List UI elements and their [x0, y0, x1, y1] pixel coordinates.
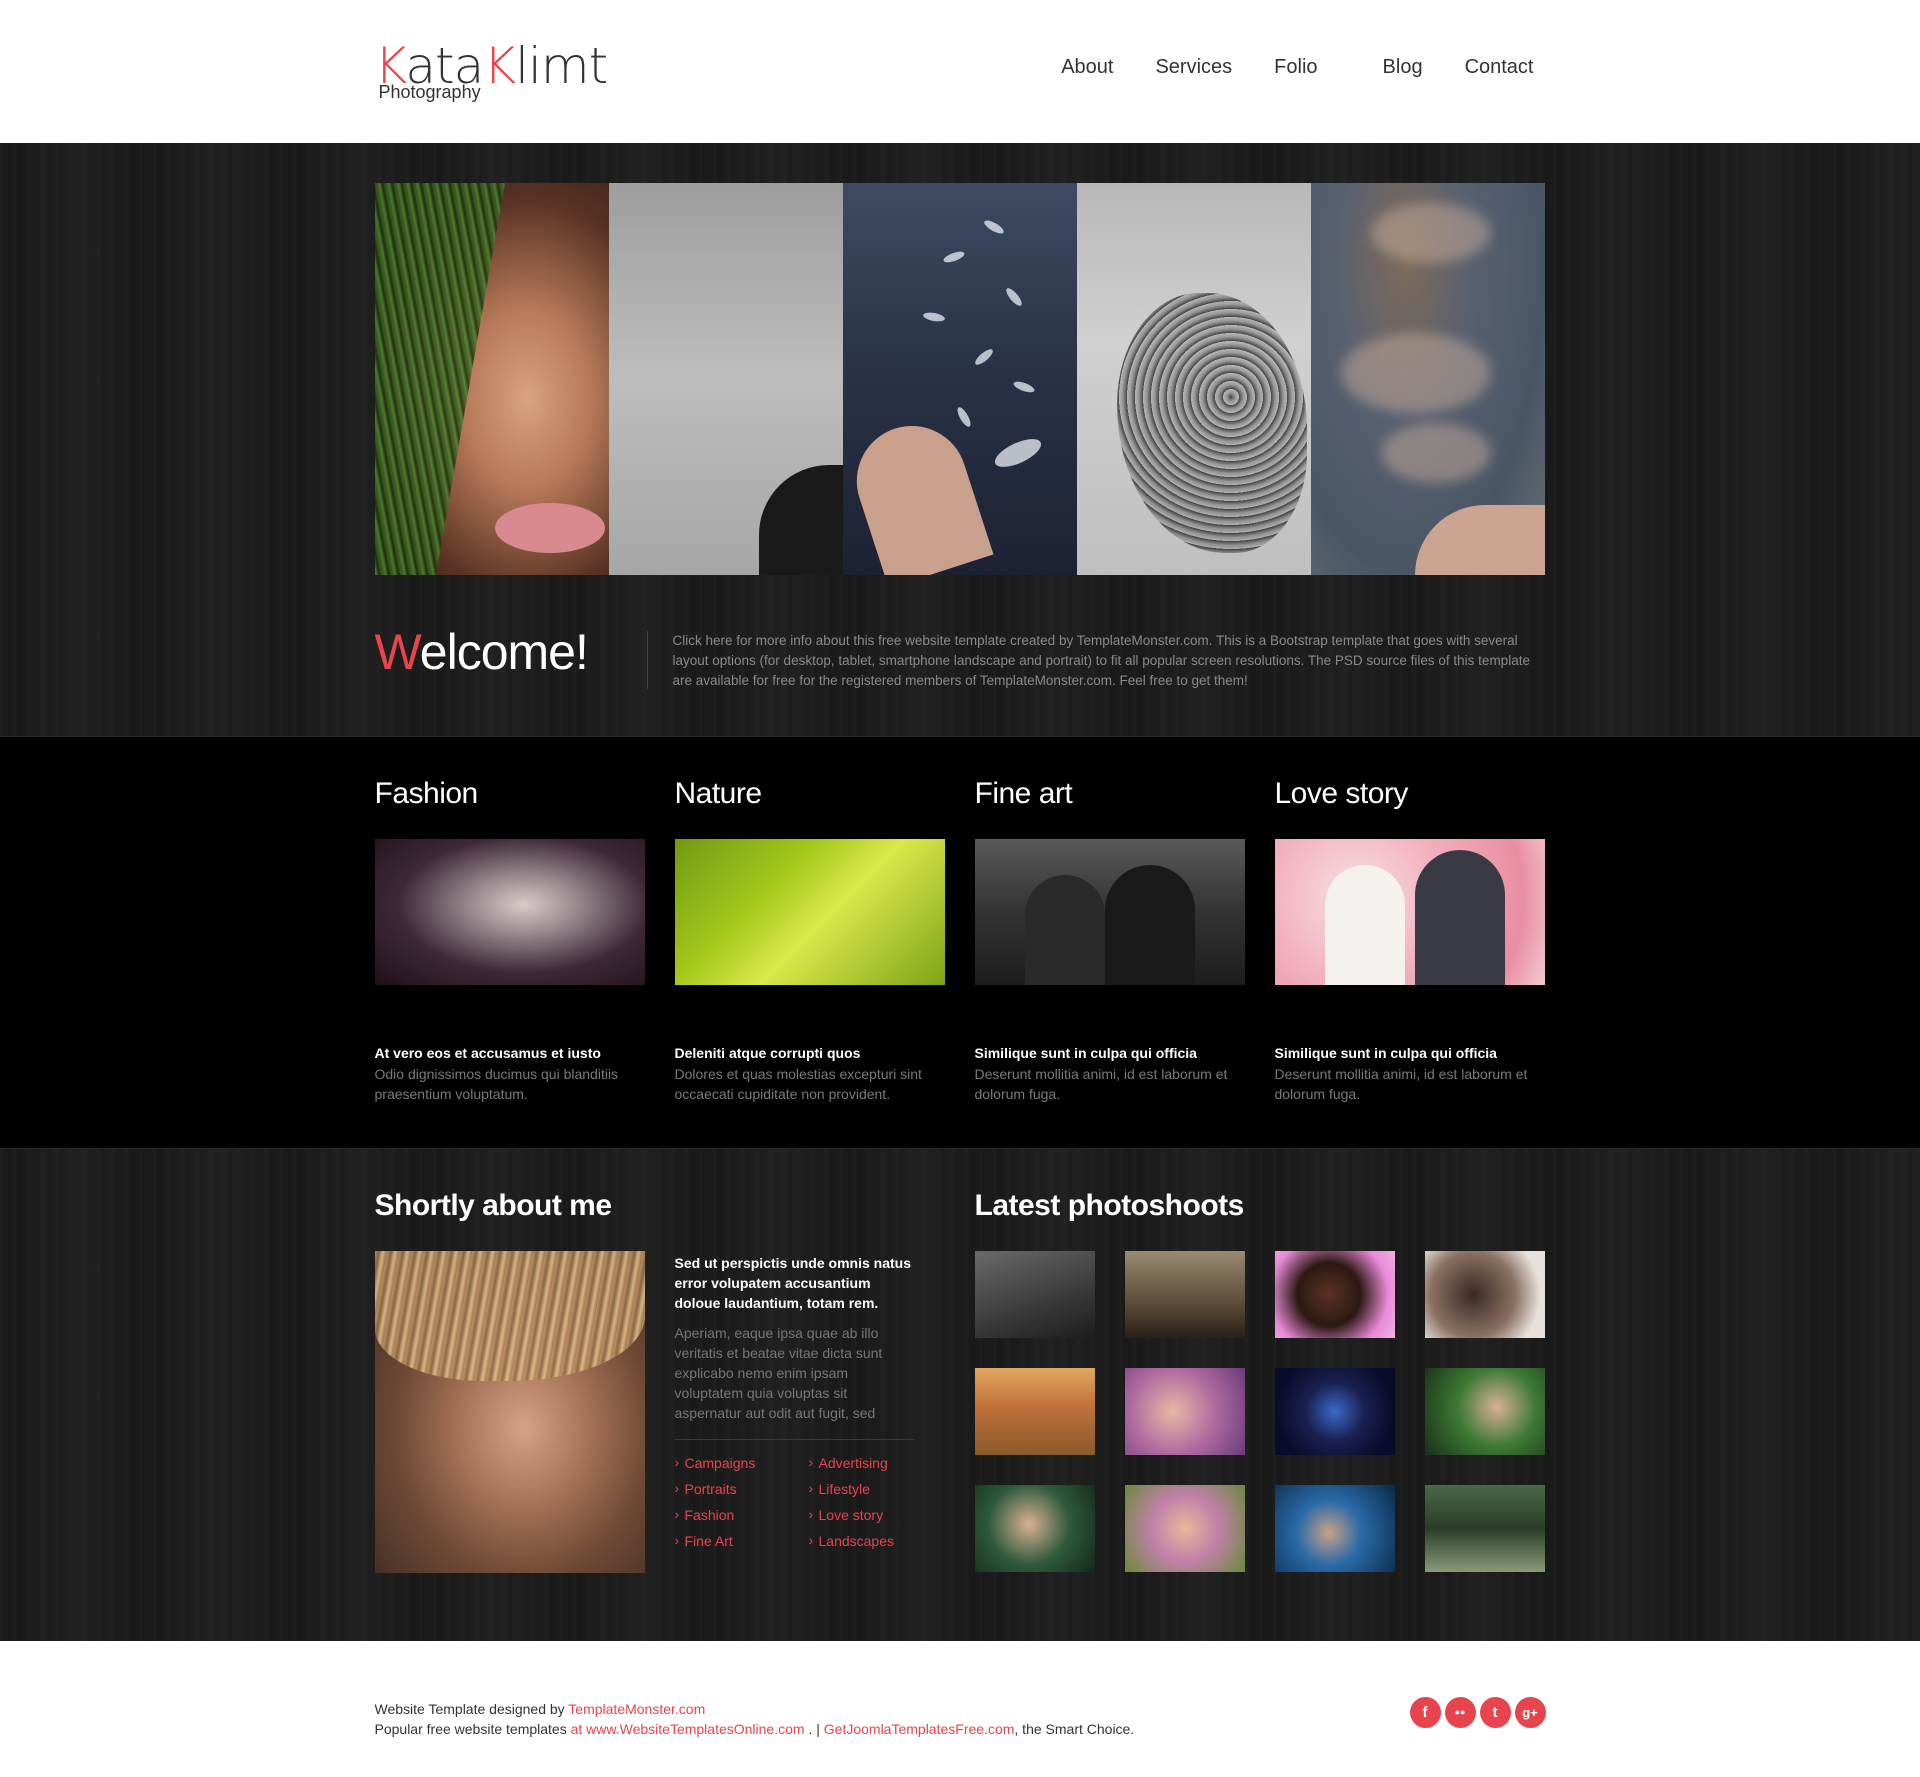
banner-panel-face [374, 183, 609, 575]
category-fine-art: Fine art Similique sunt in culpa qui off… [974, 777, 1245, 1102]
welcome-divider [646, 631, 648, 689]
hero-section: Welcome! Click here for more info about … [0, 143, 1920, 736]
link-campaigns[interactable]: Campaigns [675, 1454, 809, 1471]
flickr-icon[interactable]: ●● [1444, 1697, 1476, 1728]
link-advertising[interactable]: Advertising [809, 1454, 915, 1471]
nav-about[interactable]: About [1061, 56, 1113, 79]
footer-link-wto[interactable]: at www.WebsiteTemplatesOnline.com [571, 1721, 805, 1737]
categories-section: Fashion At vero eos et accusamus et iust… [0, 736, 1920, 1148]
category-thumb-fashion[interactable] [374, 839, 645, 985]
nav-contact[interactable]: Contact [1465, 56, 1534, 79]
photo-thumb[interactable] [1124, 1251, 1245, 1338]
nav-folio[interactable]: Folio [1274, 56, 1317, 79]
latest-photo-grid [974, 1251, 1546, 1572]
category-title[interactable]: Fine art [975, 777, 1245, 811]
category-nature: Nature Deleniti atque corrupti quos Dolo… [674, 777, 945, 1102]
category-subtitle: Similique sunt in culpa qui officia [1274, 1045, 1497, 1061]
photo-thumb[interactable] [1124, 1368, 1245, 1455]
link-love-story[interactable]: Love story [809, 1506, 915, 1523]
nav-blog[interactable]: Blog [1383, 56, 1423, 79]
footer-link-templatemonster[interactable]: TemplateMonster.com [568, 1701, 705, 1717]
category-title[interactable]: Nature [675, 777, 945, 811]
category-desc: Deserunt mollitia animi, id est laborum … [974, 1066, 1228, 1102]
category-desc: Dolores et quas molestias excepturi sint… [674, 1066, 922, 1102]
twitter-icon[interactable]: t [1479, 1697, 1511, 1728]
link-portraits[interactable]: Portraits [675, 1480, 809, 1497]
footer-text: Website Template designed by TemplateMon… [374, 1701, 1135, 1737]
welcome-title: Welcome! [374, 624, 589, 680]
banner-panel-grey [608, 183, 843, 575]
about-body: Aperiam, eaque ipsa quae ab illo veritat… [674, 1325, 883, 1421]
nav-services[interactable]: Services [1155, 56, 1232, 79]
about-links: Campaigns Advertising Portraits Lifestyl… [675, 1454, 915, 1549]
banner-panel-feathers [842, 183, 1078, 575]
site-logo[interactable]: KataKlimt Photography [375, 38, 609, 102]
latest-title: Latest photoshoots [974, 1189, 1245, 1222]
link-fashion[interactable]: Fashion [675, 1506, 809, 1523]
photo-thumb[interactable] [974, 1368, 1095, 1455]
photo-thumb[interactable] [974, 1251, 1095, 1338]
hero-banner[interactable] [374, 183, 1546, 575]
about-divider [674, 1439, 915, 1440]
photo-thumb[interactable] [1275, 1485, 1396, 1572]
social-links: f ●● t g+ [1406, 1697, 1546, 1728]
main-nav: About Services Folio Blog Contact [1061, 56, 1533, 79]
category-thumb-love-story[interactable] [1274, 839, 1545, 985]
category-thumb-nature[interactable] [674, 839, 945, 985]
category-desc: Odio dignissimos ducimus qui blanditiis … [374, 1066, 619, 1102]
about-section: Shortly about me Sed ut perspictis unde … [0, 1148, 1920, 1641]
category-love-story: Love story Similique sunt in culpa qui o… [1274, 777, 1545, 1102]
google-plus-icon[interactable]: g+ [1514, 1697, 1546, 1728]
banner-panel-clouds [1311, 183, 1546, 575]
link-landscapes[interactable]: Landscapes [809, 1532, 915, 1549]
about-lead: Sed ut perspictis unde omnis natus error… [674, 1255, 911, 1311]
site-header: KataKlimt Photography About Services Fol… [0, 0, 1920, 143]
category-subtitle: Similique sunt in culpa qui officia [974, 1045, 1197, 1061]
category-subtitle: Deleniti atque corrupti quos [674, 1045, 861, 1061]
about-portrait [374, 1251, 645, 1573]
site-footer: Website Template designed by TemplateMon… [0, 1641, 1920, 1777]
category-title[interactable]: Fashion [375, 777, 645, 811]
category-desc: Deserunt mollitia animi, id est laborum … [1274, 1066, 1528, 1102]
photo-thumb[interactable] [1425, 1251, 1546, 1338]
footer-link-joomla[interactable]: GetJoomlaTemplatesFree.com [824, 1721, 1015, 1737]
logo-subtitle: Photography [378, 82, 481, 102]
link-fine-art[interactable]: Fine Art [675, 1532, 809, 1549]
banner-panel-veil [1077, 183, 1312, 575]
photo-thumb[interactable] [1425, 1368, 1546, 1455]
link-lifestyle[interactable]: Lifestyle [809, 1480, 915, 1497]
photo-thumb[interactable] [1425, 1485, 1546, 1572]
about-title: Shortly about me [374, 1189, 613, 1222]
welcome-text[interactable]: Click here for more info about this free… [673, 631, 1543, 691]
category-title[interactable]: Love story [1275, 777, 1545, 811]
photo-thumb[interactable] [1124, 1485, 1245, 1572]
photo-thumb[interactable] [1275, 1368, 1396, 1455]
photo-thumb[interactable] [974, 1485, 1095, 1572]
category-fashion: Fashion At vero eos et accusamus et iust… [374, 777, 645, 1102]
facebook-icon[interactable]: f [1409, 1697, 1441, 1728]
photo-thumb[interactable] [1275, 1251, 1396, 1338]
category-subtitle: At vero eos et accusamus et iusto [374, 1045, 601, 1061]
category-thumb-fine-art[interactable] [974, 839, 1245, 985]
